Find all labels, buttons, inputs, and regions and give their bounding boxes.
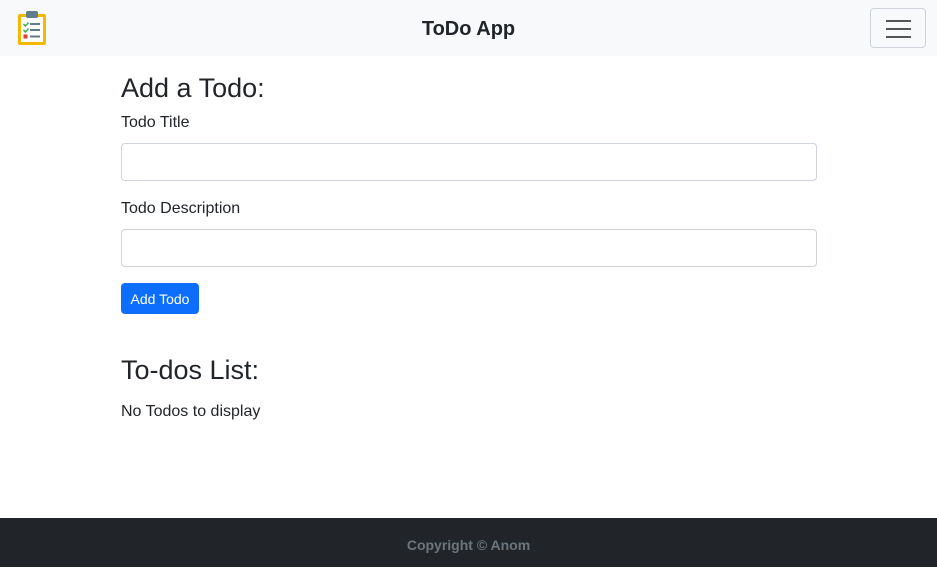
app-title: ToDo App <box>421 18 516 40</box>
navbar-toggle-button[interactable] <box>870 8 926 48</box>
todo-title-label: Todo Title <box>121 114 190 131</box>
add-todo-button[interactable]: Add Todo <box>121 283 199 314</box>
empty-list-message: No Todos to display <box>121 403 261 420</box>
todos-list-heading: To-dos List: <box>121 355 260 385</box>
hamburger-menu-icon <box>886 20 911 38</box>
todo-title-input[interactable] <box>121 143 817 181</box>
copyright-text: Copyright © Anom <box>406 537 531 553</box>
todo-description-label: Todo Description <box>121 200 241 217</box>
navbar: ToDo App <box>0 0 937 56</box>
footer: Copyright © Anom <box>0 518 937 567</box>
todo-description-input[interactable] <box>121 229 817 267</box>
clipboard-checklist-icon[interactable] <box>16 10 48 46</box>
add-todo-heading: Add a Todo: <box>121 73 265 103</box>
